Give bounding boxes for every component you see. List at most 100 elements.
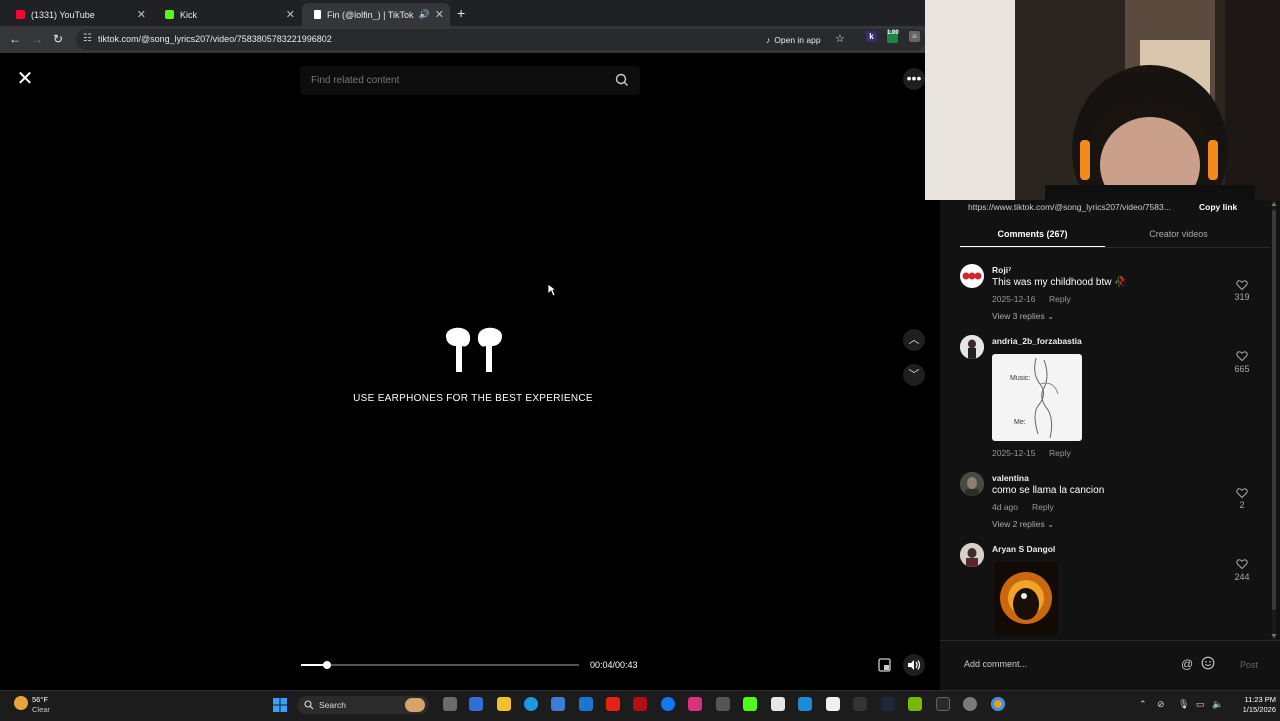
steam-icon[interactable]	[881, 697, 895, 711]
epic-games-icon[interactable]	[936, 697, 950, 711]
comments-scrollbar[interactable]	[1271, 200, 1277, 640]
like-heart-icon[interactable]	[1236, 487, 1248, 499]
microphone-icon[interactable]: 🎙	[1178, 699, 1189, 710]
picture-in-picture-icon[interactable]	[876, 656, 894, 674]
active-tab-underline	[960, 246, 1105, 247]
copilot-icon[interactable]	[469, 697, 483, 711]
new-tab-button[interactable]: +	[457, 5, 465, 21]
tab-youtube[interactable]: (1331) YouTube ✕	[4, 3, 152, 26]
reply-button[interactable]: Reply	[1049, 294, 1071, 304]
weather-icon[interactable]	[14, 696, 28, 710]
copy-link-button[interactable]: Copy link	[1199, 202, 1237, 212]
youtube-icon[interactable]	[606, 697, 620, 711]
search-placeholder: Find related content	[311, 75, 400, 86]
add-comment-input[interactable]: Add comment...	[964, 659, 1027, 669]
amazon-icon[interactable]	[771, 697, 785, 711]
back-icon[interactable]: ←	[9, 32, 21, 46]
close-icon[interactable]: ✕	[137, 8, 146, 21]
instagram-icon[interactable]	[688, 697, 702, 711]
clock-date[interactable]: 1/15/2026	[1228, 705, 1276, 714]
chrome-icon[interactable]	[991, 697, 1005, 711]
store-icon[interactable]	[551, 697, 565, 711]
volume-icon[interactable]	[903, 654, 925, 676]
nvidia-icon[interactable]	[908, 697, 922, 711]
reply-button[interactable]: Reply	[1049, 448, 1071, 458]
windows-start-icon[interactable]	[273, 698, 287, 712]
file-explorer-icon[interactable]	[497, 697, 511, 711]
reload-icon[interactable]: ↻	[53, 32, 63, 46]
kick-extension-icon[interactable]: k	[866, 31, 877, 42]
forward-icon[interactable]: →	[31, 32, 43, 46]
bookmark-star-icon[interactable]: ☆	[835, 32, 845, 45]
avatar[interactable]	[960, 472, 984, 496]
kick-icon[interactable]	[743, 697, 757, 711]
avatar-image	[960, 472, 984, 496]
post-button[interactable]: Post	[1240, 660, 1258, 670]
extension-icon[interactable]: ≡	[909, 31, 920, 42]
close-video-button[interactable]: ✕	[14, 68, 36, 90]
app-icon[interactable]	[798, 697, 812, 711]
search-input[interactable]: Find related content	[300, 66, 640, 95]
comment-image-graphic	[994, 562, 1058, 636]
reply-button[interactable]: Reply	[1032, 502, 1054, 512]
avatar[interactable]	[960, 543, 984, 567]
next-video-button[interactable]: ﹀	[903, 364, 925, 386]
tab-kick[interactable]: Kick ✕	[153, 3, 301, 26]
clock-time[interactable]: 11:23 PM	[1228, 695, 1276, 704]
view-replies-button[interactable]: View 3 replies ⌄	[992, 311, 1054, 322]
netflix-icon[interactable]	[633, 697, 647, 711]
more-options-button[interactable]: •••	[903, 68, 925, 90]
mention-icon[interactable]: @	[1181, 657, 1193, 671]
tab-tiktok[interactable]: Fin (@lolfin_) | TikTok 🔊 ✕	[302, 3, 450, 26]
taskbar-search[interactable]: Search	[297, 696, 429, 714]
search-icon[interactable]	[614, 72, 630, 88]
obs-icon[interactable]	[963, 697, 977, 711]
emoji-icon[interactable]	[1201, 656, 1215, 670]
audio-playing-icon[interactable]: 🔊	[419, 9, 430, 20]
media-icon[interactable]	[716, 697, 730, 711]
task-view-icon[interactable]	[443, 697, 457, 711]
comment-username[interactable]: andria_2b_forzabastia	[992, 336, 1082, 346]
weather-condition[interactable]: Clear	[32, 705, 50, 714]
weather-temperature[interactable]: 56°F	[32, 695, 48, 704]
extension-badge[interactable]: 1.00	[887, 30, 899, 43]
site-info-icon[interactable]: ☷	[83, 33, 92, 44]
sticker-drawing	[1034, 357, 1059, 439]
previous-video-button[interactable]: ︿	[903, 329, 925, 351]
comment-sticker-image[interactable]: Music: Me:	[992, 354, 1082, 441]
close-icon[interactable]: ✕	[286, 8, 295, 21]
comment-username[interactable]: Roji⁷	[992, 265, 1012, 275]
avatar-image	[960, 543, 984, 567]
network-off-icon[interactable]: ⊘	[1157, 699, 1165, 710]
like-heart-icon[interactable]	[1236, 279, 1248, 291]
avatar[interactable]	[960, 335, 984, 359]
tab-creator-videos[interactable]: Creator videos	[1106, 229, 1251, 239]
progress-handle[interactable]	[322, 661, 331, 669]
roblox-icon[interactable]	[826, 697, 840, 711]
display-icon[interactable]: ▭	[1196, 699, 1205, 710]
progress-bar[interactable]	[301, 664, 579, 666]
like-heart-icon[interactable]	[1236, 350, 1248, 362]
speaker-icon[interactable]: 🔈	[1212, 699, 1223, 710]
open-in-app-button[interactable]: ♪ Open in app	[760, 32, 827, 47]
chevron-down-icon: ⌄	[1047, 519, 1055, 529]
edge-icon[interactable]	[524, 697, 538, 711]
close-icon[interactable]: ✕	[435, 8, 444, 21]
like-count: 665	[1234, 364, 1250, 374]
share-link-text: https://www.tiktok.com/@song_lyrics207/v…	[968, 202, 1171, 212]
like-heart-icon[interactable]	[1236, 558, 1248, 570]
tab-comments[interactable]: Comments (267)	[960, 229, 1105, 239]
comment-username[interactable]: Aryan S Dangol	[992, 544, 1055, 554]
earphones-icon	[446, 327, 502, 372]
facebook-icon[interactable]	[661, 697, 675, 711]
comment-username[interactable]: valentina	[992, 473, 1029, 483]
tab-title: Fin (@lolfin_) | TikTok	[327, 9, 414, 20]
comment-image[interactable]	[994, 562, 1058, 636]
app-g-icon[interactable]	[853, 697, 867, 711]
chevron-up-icon[interactable]: ⌃	[1139, 699, 1147, 710]
avatar[interactable]	[960, 264, 984, 288]
view-replies-button[interactable]: View 2 replies ⌄	[992, 519, 1054, 530]
url-text[interactable]: tiktok.com/@song_lyrics207/video/7583805…	[98, 34, 332, 44]
address-bar[interactable]: ☷ tiktok.com/@song_lyrics207/video/75838…	[76, 29, 926, 50]
mail-icon[interactable]	[579, 697, 593, 711]
